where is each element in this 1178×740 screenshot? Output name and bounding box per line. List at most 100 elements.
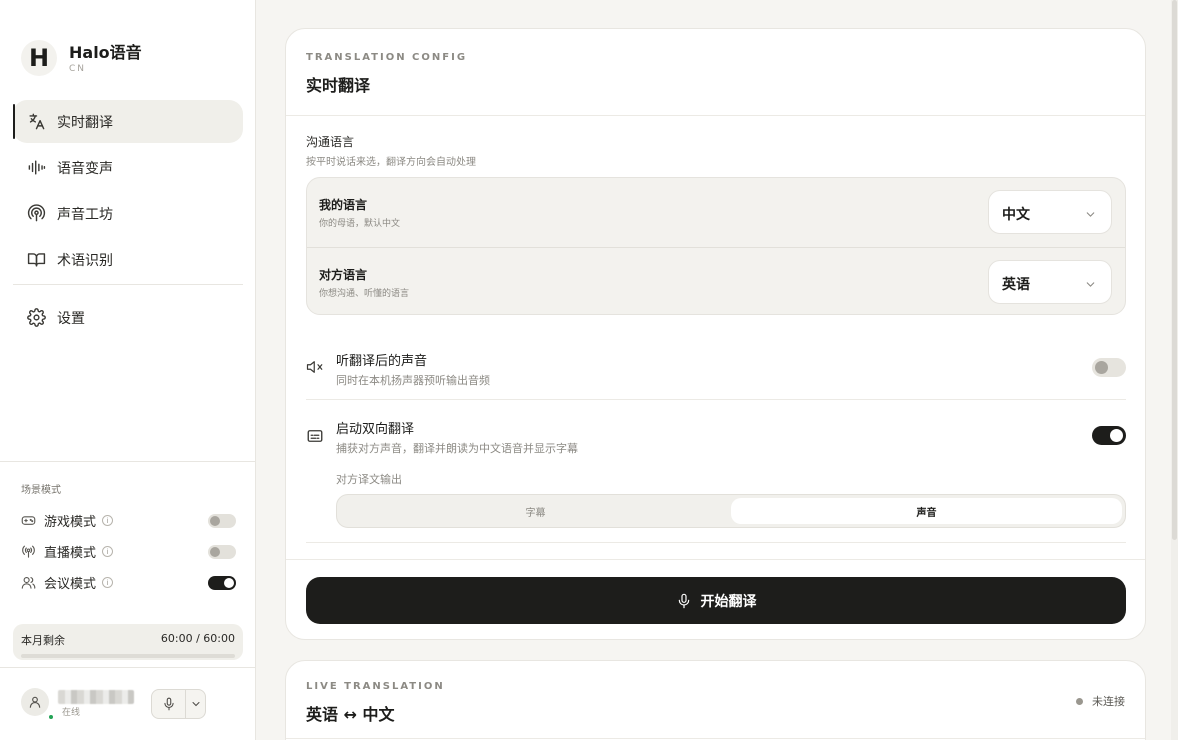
- other-language-row: 对方语言 你想沟通、听懂的语言 英语: [307, 247, 1125, 315]
- avatar[interactable]: [21, 688, 49, 716]
- scene-row-live: 直播模式 i: [21, 536, 236, 567]
- nav-label: 实时翻译: [57, 114, 113, 131]
- chevron-down-icon: [192, 702, 199, 707]
- broadcast-icon: [21, 544, 37, 560]
- live-title: 英语 ↔ 中文: [306, 705, 395, 724]
- quota-label: 本月剩余: [21, 634, 65, 647]
- scene-label: 会议模式: [44, 577, 97, 592]
- language-section-hint: 按平时说话来选，翻译方向会自动处理: [306, 157, 476, 168]
- my-language-select[interactable]: 中文: [988, 190, 1112, 234]
- live-translation-card: LIVE TRANSLATION 英语 ↔ 中文 未连接: [285, 660, 1146, 740]
- other-language-title: 对方语言: [319, 268, 368, 282]
- listen-translation-toggle[interactable]: [1092, 358, 1126, 377]
- quota-value: 60:00 / 60:00: [160, 632, 235, 645]
- bidirectional-title: 启动双向翻译: [336, 422, 415, 437]
- gear-icon: [26, 308, 46, 328]
- nav-item-settings[interactable]: 设置: [13, 296, 243, 339]
- scene-row-meeting: 会议模式 i: [21, 567, 236, 598]
- brand-region: CN: [69, 63, 87, 74]
- bidirectional-hint: 捕获对方声音，翻译并朗读为中文语音并显示字幕: [336, 442, 578, 455]
- language-selector-group: 我的语言 你的母语，默认中文 中文 对方语言 你想沟通、听懂的语言 英语: [306, 177, 1126, 315]
- other-language-value: 英语: [1002, 277, 1030, 293]
- mic-control: [151, 689, 206, 719]
- waveform-icon: [26, 158, 46, 178]
- info-icon[interactable]: i: [102, 546, 114, 557]
- quota-progress-bar: [21, 654, 235, 658]
- output-mode-segmented: 字幕 声音: [336, 494, 1126, 528]
- user-name-redacted: [58, 690, 134, 704]
- my-language-value: 中文: [1002, 207, 1030, 223]
- live-mode-toggle[interactable]: [208, 544, 236, 559]
- status-dot: [1076, 697, 1083, 705]
- live-eyebrow: LIVE TRANSLATION: [306, 681, 445, 692]
- connection-status-text: 未连接: [1092, 695, 1125, 708]
- bidirectional-toggle[interactable]: [1092, 426, 1126, 445]
- scene-label: 直播模式: [44, 546, 97, 561]
- output-option-subtitles[interactable]: 字幕: [340, 498, 731, 524]
- my-language-row: 我的语言 你的母语，默认中文 中文: [307, 178, 1125, 246]
- chevron-down-icon: [1084, 276, 1097, 295]
- speaker-muted-icon: [306, 358, 324, 380]
- connection-status: 未连接: [1076, 693, 1125, 709]
- nav-label: 术语识别: [57, 252, 113, 269]
- listen-translation-hint: 同时在本机扬声器预听输出音频: [336, 374, 490, 387]
- start-translation-button[interactable]: 开始翻译: [306, 577, 1126, 624]
- bidirectional-option: 启动双向翻译 捕获对方声音，翻译并朗读为中文语音并显示字幕 对方译文输出 字幕 …: [306, 413, 1126, 543]
- scrollbar-thumb[interactable]: [1172, 0, 1177, 540]
- config-footer: 开始翻译: [286, 559, 1145, 639]
- user-icon: [29, 696, 41, 708]
- info-icon[interactable]: i: [102, 577, 114, 588]
- scene-label: 游戏模式: [44, 515, 97, 530]
- book-icon: [26, 250, 46, 270]
- main-scrollbar[interactable]: [1171, 0, 1178, 740]
- nav-item-term-recognition[interactable]: 术语识别: [13, 238, 243, 281]
- mic-dropdown-button[interactable]: [186, 690, 205, 718]
- nav-label: 声音工坊: [57, 206, 113, 223]
- subtitles-icon: [306, 427, 324, 449]
- page-title: 实时翻译: [306, 76, 371, 95]
- game-mode-toggle[interactable]: [208, 513, 236, 528]
- other-language-hint: 你想沟通、听懂的语言: [319, 289, 410, 299]
- my-language-title: 我的语言: [319, 198, 368, 212]
- mic-button[interactable]: [152, 690, 186, 718]
- monthly-quota: 本月剩余 60:00 / 60:00: [13, 624, 243, 660]
- nav-label: 设置: [57, 310, 85, 327]
- users-icon: [21, 575, 37, 591]
- brand: H Halo语音 CN: [21, 40, 142, 76]
- microphone-icon: [163, 697, 174, 711]
- nav-label: 语音变声: [57, 160, 113, 177]
- config-header: TRANSLATION CONFIG 实时翻译: [286, 29, 1145, 116]
- microphone-icon: [676, 593, 692, 609]
- meeting-mode-toggle[interactable]: [208, 575, 236, 590]
- start-translation-label: 开始翻译: [700, 593, 757, 610]
- scene-row-game: 游戏模式 i: [21, 505, 236, 536]
- user-status: 在线: [62, 708, 81, 718]
- output-option-voice[interactable]: 声音: [731, 498, 1122, 524]
- main-nav: 实时翻译 语音变声 声音工坊 术语识别 设置: [13, 100, 243, 342]
- scene-mode-panel: 场景模式 游戏模式 i 直播模式 i 会议模式 i: [0, 461, 256, 598]
- nav-divider: [13, 284, 243, 285]
- info-icon[interactable]: i: [102, 515, 114, 526]
- output-mode-label: 对方译文输出: [336, 473, 402, 486]
- nav-item-realtime-translation[interactable]: 实时翻译: [13, 100, 243, 143]
- user-bar: 在线: [0, 667, 256, 740]
- sidebar: H Halo语音 CN 实时翻译 语音变声 声音工坊 术语识别 设置 场景模式 …: [0, 0, 256, 740]
- listen-translation-title: 听翻译后的声音: [336, 354, 428, 369]
- listen-translation-option: 听翻译后的声音 同时在本机扬声器预听输出音频: [306, 345, 1126, 400]
- language-section-label: 沟通语言: [306, 135, 355, 149]
- live-divider: [286, 738, 1145, 739]
- translation-config-card: TRANSLATION CONFIG 实时翻译 沟通语言 按平时说话来选，翻译方…: [285, 28, 1146, 640]
- brand-logo: H: [21, 40, 57, 76]
- translate-icon: [26, 112, 46, 132]
- brand-name: Halo语音: [69, 42, 142, 62]
- config-eyebrow: TRANSLATION CONFIG: [306, 52, 468, 63]
- scene-mode-title: 场景模式: [21, 485, 61, 496]
- gamepad-icon: [21, 513, 37, 529]
- other-language-select[interactable]: 英语: [988, 260, 1112, 304]
- chevron-down-icon: [1084, 206, 1097, 225]
- podcast-icon: [26, 204, 46, 224]
- nav-item-sound-studio[interactable]: 声音工坊: [13, 192, 243, 235]
- online-indicator: [49, 715, 53, 719]
- my-language-hint: 你的母语，默认中文: [319, 219, 401, 229]
- nav-item-voice-changer[interactable]: 语音变声: [13, 146, 243, 189]
